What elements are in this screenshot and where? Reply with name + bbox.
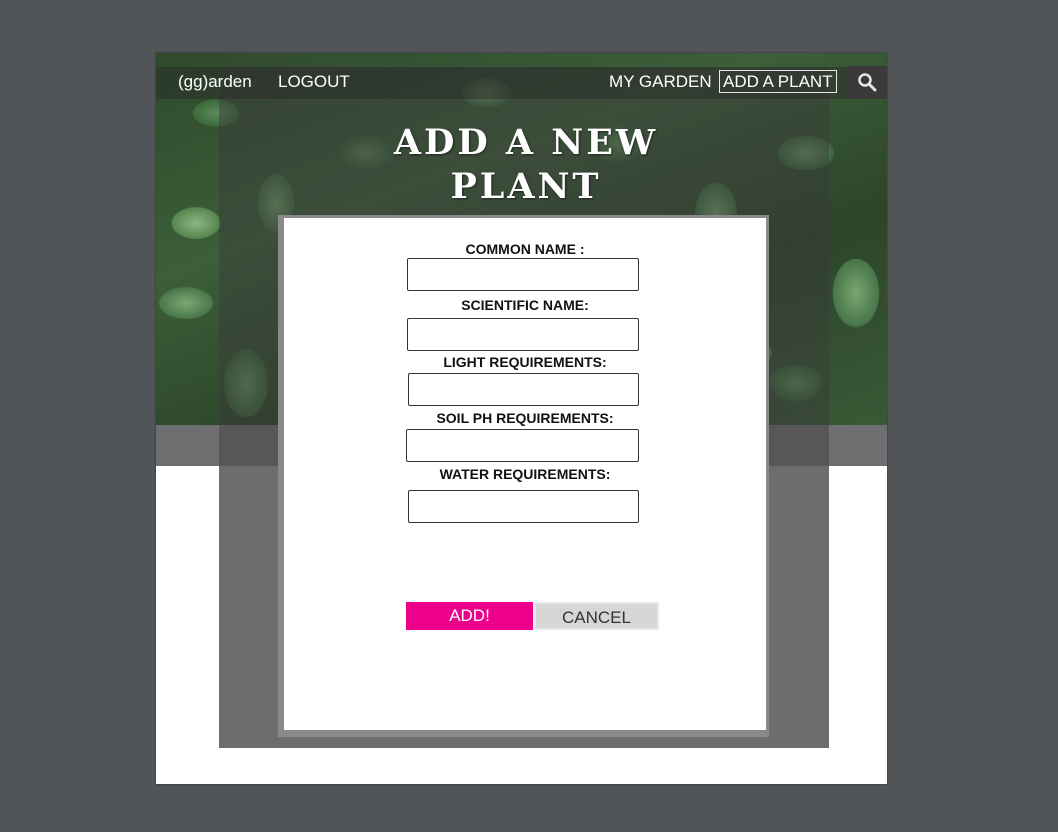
cancel-button[interactable]: CANCEL <box>534 602 659 630</box>
page-title: ADD A NEW PLANT <box>336 121 716 209</box>
my-garden-link[interactable]: MY GARDEN <box>609 72 712 92</box>
scientific-name-field[interactable] <box>407 318 639 351</box>
soil-ph-label: SOIL PH REQUIREMENTS: <box>436 410 614 426</box>
search-button[interactable] <box>848 66 887 98</box>
common-name-label: COMMON NAME : <box>465 241 585 257</box>
add-plant-link[interactable]: ADD A PLANT <box>719 70 837 93</box>
add-plant-form: COMMON NAME : SCIENTIFIC NAME: LIGHT REQ… <box>284 218 766 730</box>
light-requirements-label: LIGHT REQUIREMENTS: <box>443 354 607 370</box>
water-requirements-label: WATER REQUIREMENTS: <box>439 466 611 482</box>
page-title-line1: ADD A NEW <box>393 122 659 163</box>
brand-logo[interactable]: (gg)arden <box>178 72 252 92</box>
light-requirements-field[interactable] <box>408 373 639 406</box>
soil-ph-field[interactable] <box>406 429 639 462</box>
water-requirements-field[interactable] <box>408 490 639 523</box>
add-button[interactable]: ADD! <box>406 602 533 630</box>
search-icon <box>858 73 877 92</box>
page-title-line2: PLANT <box>450 166 602 207</box>
app-window: (gg)arden LOGOUT MY GARDEN ADD A PLANT A… <box>156 53 887 784</box>
logout-link[interactable]: LOGOUT <box>278 72 350 92</box>
common-name-field[interactable] <box>407 258 639 291</box>
scientific-name-label: SCIENTIFIC NAME: <box>461 297 589 313</box>
